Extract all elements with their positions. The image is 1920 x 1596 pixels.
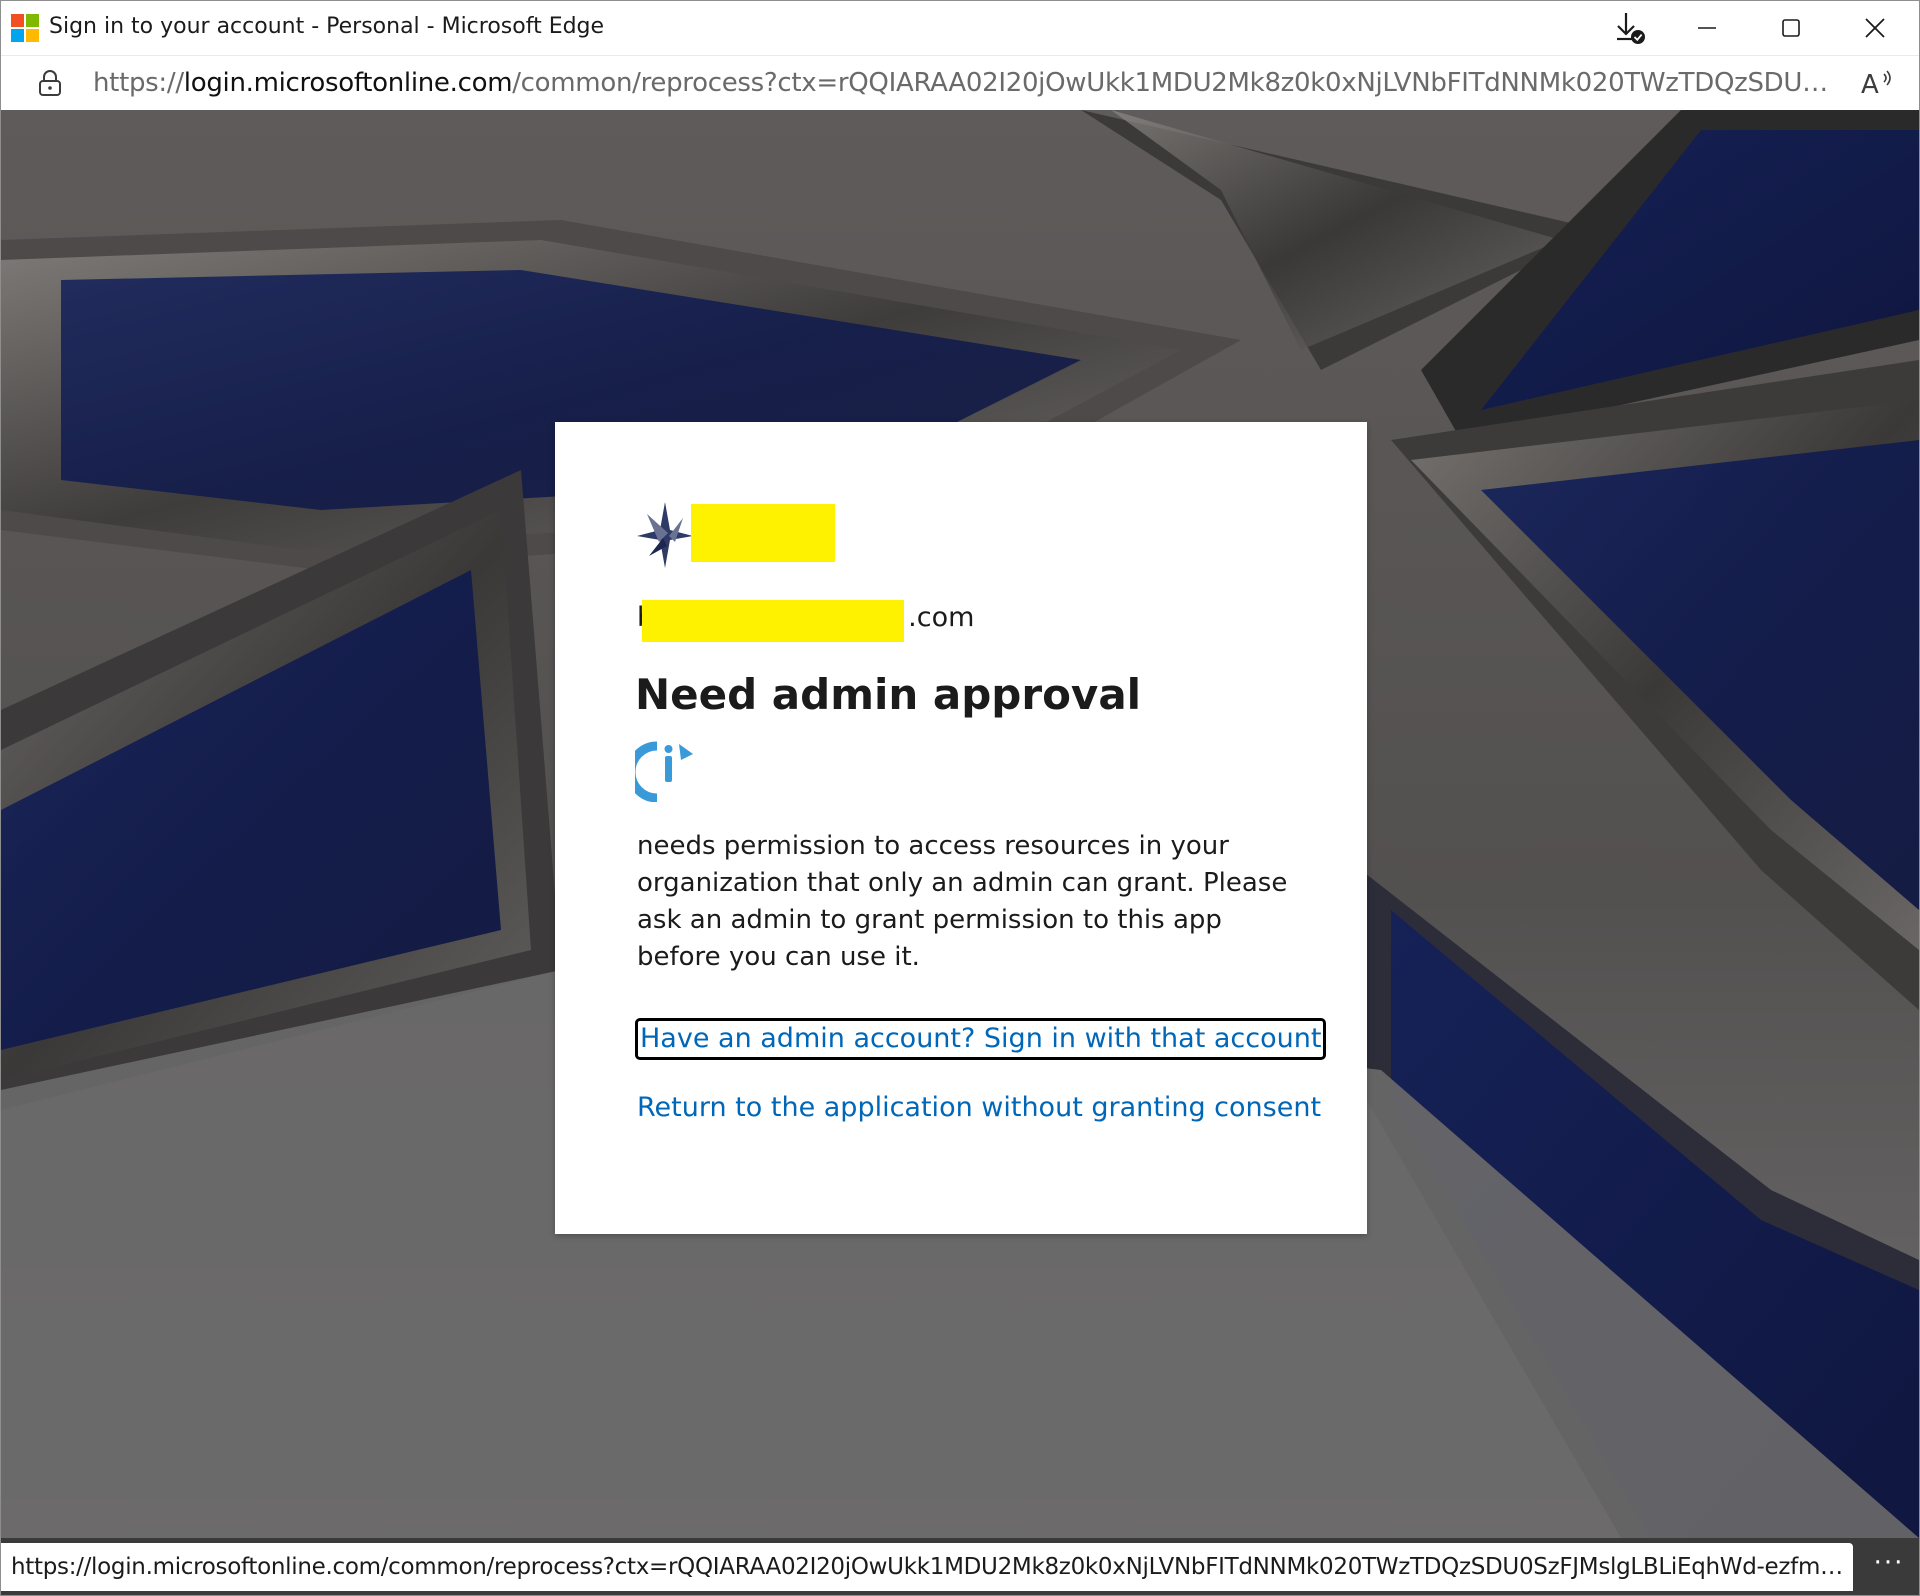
redacted-organization-name [691, 504, 835, 562]
window-title: Sign in to your account - Personal - Mic… [49, 14, 605, 39]
permission-message: needs permission to access resources in … [637, 831, 1288, 972]
page-title: Need admin approval [635, 670, 1142, 719]
address-bar: https://login.microsoftonline.com/common… [1, 55, 1919, 111]
page-viewport: b.com Need admin approval needs permissi… [1, 110, 1919, 1538]
status-bar: https://login.microsoftonline.com/common… [1, 1538, 1919, 1595]
redacted-account-name [642, 600, 904, 642]
svg-text:A: A [1861, 70, 1879, 100]
admin-sign-in-link[interactable]: Have an admin account? Sign in with that… [635, 1018, 1327, 1060]
sign-in-card: b.com Need admin approval needs permissi… [555, 422, 1367, 1234]
account-domain-suffix: .com [908, 602, 975, 633]
download-complete-icon [1617, 13, 1645, 44]
minimize-icon [1698, 27, 1716, 29]
title-bar: Sign in to your account - Personal - Mic… [1, 1, 1919, 55]
browser-window: Sign in to your account - Personal - Mic… [0, 0, 1920, 1596]
lock-icon[interactable] [37, 69, 63, 97]
url-field[interactable]: https://login.microsoftonline.com/common… [93, 68, 1833, 98]
url-path: /common/reprocess?ctx=rQQIARAA02I20jOwUk… [512, 68, 1833, 98]
app-logo-icon [635, 741, 693, 802]
minimize-button[interactable] [1665, 1, 1749, 55]
maximize-button[interactable] [1749, 1, 1833, 55]
read-aloud-icon[interactable]: A [1859, 66, 1895, 100]
url-host: login.microsoftonline.com [183, 68, 513, 98]
close-button[interactable] [1833, 1, 1917, 55]
more-options-icon[interactable]: ··· [1859, 1543, 1919, 1591]
maximize-icon [1782, 19, 1800, 37]
return-without-consent-link[interactable]: Return to the application without granti… [637, 1090, 1321, 1126]
close-icon [1865, 18, 1885, 38]
microsoft-logo-icon [11, 14, 39, 42]
downloads-button[interactable] [1589, 1, 1671, 55]
status-url-preview: https://login.microsoftonline.com/common… [1, 1543, 1853, 1591]
organization-logo-icon [637, 502, 693, 568]
url-scheme: https:// [93, 68, 184, 98]
